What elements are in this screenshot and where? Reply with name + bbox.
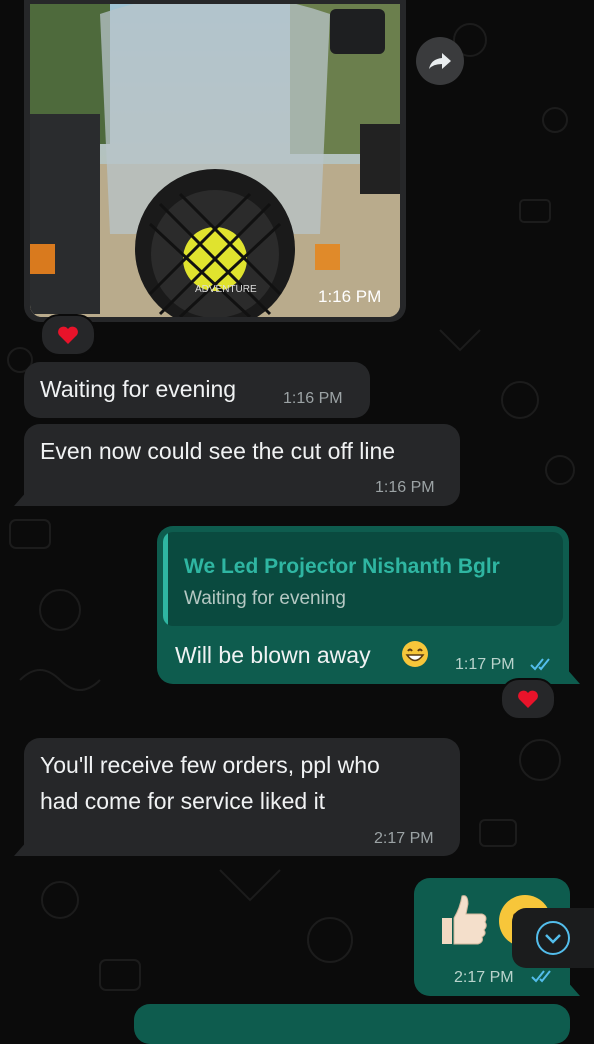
message-text: Even now could see the cut off line — [40, 438, 396, 464]
incoming-message[interactable]: You'll receive few orders, ppl who had c… — [24, 738, 460, 856]
image-brand-text: ADVENTURE — [195, 284, 257, 295]
message-time: 2:17 PM — [374, 830, 434, 847]
message-text-line-2: had come for service liked it — [40, 788, 326, 814]
forward-button[interactable] — [416, 37, 464, 85]
motorcycle-headlight-image: ADVENTURE — [30, 4, 400, 317]
quote-author: We Led Projector Nishanth Bglr — [184, 555, 500, 578]
message-time: 1:16 PM — [283, 390, 343, 407]
photo-time: 1:16 PM — [318, 287, 382, 306]
scroll-to-bottom-button[interactable] — [512, 908, 594, 968]
read-receipt-icon — [530, 658, 550, 671]
quote-text: Waiting for evening — [184, 588, 346, 609]
bubble-tail — [14, 490, 28, 506]
message-text-line-1: You'll receive few orders, ppl who — [40, 752, 380, 778]
message-time: 1:16 PM — [375, 479, 435, 496]
message-time: 1:17 PM — [455, 656, 515, 673]
thumbs-up-emoji-icon — [442, 895, 487, 945]
quote-accent-bar — [163, 532, 168, 626]
grinning-emoji-icon — [402, 641, 428, 667]
bubble-tail — [14, 840, 28, 856]
incoming-message[interactable]: Waiting for evening 1:16 PM — [24, 362, 370, 418]
incoming-message[interactable]: Even now could see the cut off line 1:16… — [24, 424, 460, 506]
chevron-down-icon — [536, 921, 570, 955]
forward-icon — [429, 53, 451, 69]
bubble-tail — [566, 980, 580, 996]
reaction-heart[interactable] — [40, 314, 96, 356]
message-text: Waiting for evening — [40, 376, 237, 402]
message-time: 2:17 PM — [454, 969, 514, 986]
reaction-heart[interactable] — [500, 678, 556, 720]
outgoing-message-partial[interactable] — [134, 1004, 570, 1044]
bubble-tail — [566, 668, 580, 684]
reply-quote[interactable]: We Led Projector Nishanth Bglr Waiting f… — [163, 532, 563, 626]
heart-icon — [518, 690, 538, 708]
heart-icon — [58, 326, 78, 344]
message-text: Will be blown away — [175, 642, 371, 668]
read-receipt-icon — [531, 970, 551, 983]
motorcycle-photo[interactable]: ADVENTURE 1:16 PM — [30, 4, 400, 317]
